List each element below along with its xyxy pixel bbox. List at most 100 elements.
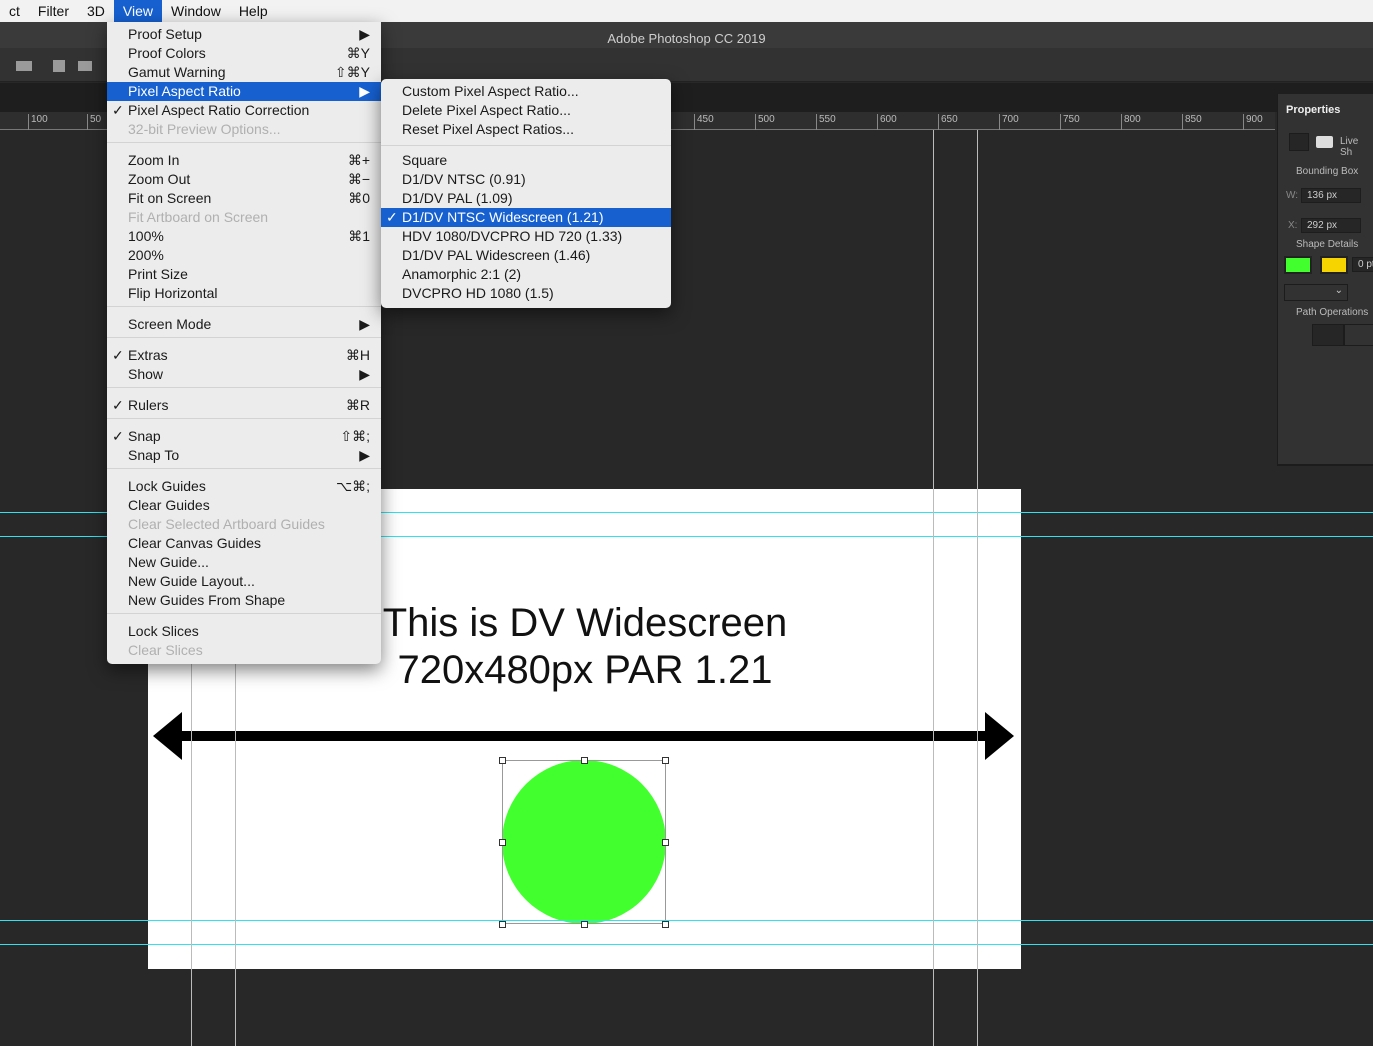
stroke-width-field[interactable]: 0 pt [1352, 257, 1373, 272]
menu-item-label: Screen Mode [128, 316, 212, 332]
guide-horizontal[interactable] [0, 944, 1373, 945]
transform-handle[interactable] [662, 921, 669, 928]
menu-item-lock-guides[interactable]: Lock Guides ⌥⌘; [107, 477, 381, 496]
menu-item-pixel-aspect-ratio-correction[interactable]: ✓ Pixel Aspect Ratio Correction [107, 101, 381, 120]
transform-handle[interactable] [499, 839, 506, 846]
submenu-item-delete-pixel-aspect-ratio[interactable]: Delete Pixel Aspect Ratio... [381, 101, 671, 120]
transform-icon[interactable] [1289, 133, 1309, 151]
menu-item-label: D1/DV NTSC (0.91) [402, 171, 526, 187]
ruler-label: 100 [28, 114, 48, 130]
shape-details-header[interactable]: Shape Details [1296, 239, 1358, 250]
menubar-item-view[interactable]: View [113, 0, 163, 22]
menu-item-label: 100% [128, 228, 164, 244]
menu-item-label: Proof Setup [128, 26, 202, 42]
menu-item-label: Zoom Out [128, 171, 191, 187]
menu-item-zoom-out[interactable]: Zoom Out ⌘− [107, 170, 381, 189]
menu-item-shortcut: ⌘H [345, 347, 370, 363]
menu-item-print-size[interactable]: Print Size [107, 265, 381, 284]
menu-item-new-guide[interactable]: New Guide... [107, 553, 381, 572]
menu-item-shortcut: ⌘+ [347, 152, 370, 168]
transform-handle[interactable] [581, 921, 588, 928]
transform-handle[interactable] [581, 757, 588, 764]
width-field[interactable]: 136 px [1301, 188, 1361, 203]
canvas-text-line2: 720x480px PAR 1.21 [397, 648, 773, 692]
shape-align-dropdown[interactable]: ⌄ [1284, 284, 1348, 301]
menu-item-snap-to[interactable]: Snap To ▶ [107, 446, 381, 465]
menu-item-label: New Guides From Shape [128, 592, 286, 608]
menu-item-flip-horizontal[interactable]: Flip Horizontal [107, 284, 381, 303]
transform-handle[interactable] [662, 757, 669, 764]
submenu-item-custom-pixel-aspect-ratio[interactable]: Custom Pixel Aspect Ratio... [381, 82, 671, 101]
menu-item-new-guide-layout[interactable]: New Guide Layout... [107, 572, 381, 591]
menu-item-lock-slices[interactable]: Lock Slices [107, 622, 381, 641]
combine-shapes-icon[interactable] [1312, 324, 1344, 346]
bounding-box-header[interactable]: Bounding Box [1296, 166, 1358, 177]
menu-item-zoom-in[interactable]: Zoom In ⌘+ [107, 151, 381, 170]
menu-item-screen-mode[interactable]: Screen Mode ▶ [107, 315, 381, 334]
menubar-item-window[interactable]: Window [162, 0, 230, 22]
transform-handle[interactable] [499, 921, 506, 928]
ruler-label: 700 [999, 114, 1019, 130]
submenu-item-dvcpro-hd-1080-1-5[interactable]: DVCPRO HD 1080 (1.5) [381, 284, 671, 303]
menu-item-extras[interactable]: ✓ Extras ⌘H [107, 346, 381, 365]
submenu-item-d1-dv-ntsc-widescreen-1-21[interactable]: ✓ D1/DV NTSC Widescreen (1.21) [381, 208, 671, 227]
submenu-item-d1-dv-ntsc-0-91[interactable]: D1/DV NTSC (0.91) [381, 170, 671, 189]
mask-icon[interactable] [1316, 136, 1333, 148]
menu-item-show[interactable]: Show ▶ [107, 365, 381, 384]
guide-vertical[interactable] [977, 130, 978, 1046]
submenu-arrow-icon: ▶ [359, 316, 370, 332]
menubar-item-filter[interactable]: Filter [29, 0, 78, 22]
menubar-item-ct[interactable]: ct [0, 0, 29, 22]
fill-swatch[interactable] [1284, 256, 1312, 274]
menu-item-gamut-warning[interactable]: Gamut Warning ⇧⌘Y [107, 63, 381, 82]
menu-item-rulers[interactable]: ✓ Rulers ⌘R [107, 396, 381, 415]
checkmark-icon: ✓ [386, 209, 398, 225]
arrowheads [153, 712, 1014, 760]
menu-item-shortcut: ⇧⌘; [340, 428, 370, 444]
subtract-shape-icon[interactable] [1344, 324, 1373, 346]
menu-item-clear-canvas-guides[interactable]: Clear Canvas Guides [107, 534, 381, 553]
properties-panel: Properties Live Sh Bounding Box W: 136 p… [1277, 94, 1373, 466]
ruler-label: 50 [87, 114, 101, 130]
menubar-item-help[interactable]: Help [230, 0, 277, 22]
submenu-item-d1-dv-pal-widescreen-1-46[interactable]: D1/DV PAL Widescreen (1.46) [381, 246, 671, 265]
menubar-item-3d[interactable]: 3D [78, 0, 114, 22]
menu-item-100[interactable]: 100% ⌘1 [107, 227, 381, 246]
menu-item-label: Clear Slices [128, 642, 203, 658]
submenu-arrow-icon: ▶ [359, 447, 370, 463]
menu-item-label: New Guide Layout... [128, 573, 255, 589]
submenu-item-d1-dv-pal-1-09[interactable]: D1/DV PAL (1.09) [381, 189, 671, 208]
guide-vertical[interactable] [933, 130, 934, 1046]
menu-item-label: Gamut Warning [128, 64, 226, 80]
menu-item-200[interactable]: 200% [107, 246, 381, 265]
transform-handle[interactable] [499, 757, 506, 764]
transform-handle[interactable] [662, 839, 669, 846]
submenu-item-anamorphic-2-1-2[interactable]: Anamorphic 2:1 (2) [381, 265, 671, 284]
submenu-item-hdv-1080-dvcpro-hd-720-1-33[interactable]: HDV 1080/DVCPRO HD 720 (1.33) [381, 227, 671, 246]
menu-item-proof-setup[interactable]: Proof Setup ▶ [107, 25, 381, 44]
submenu-item-square[interactable]: Square [381, 151, 671, 170]
align-top-icon[interactable] [53, 60, 65, 72]
menu-item-new-guides-from-shape[interactable]: New Guides From Shape [107, 591, 381, 610]
menu-item-fit-on-screen[interactable]: Fit on Screen ⌘0 [107, 189, 381, 208]
properties-tab[interactable]: Properties [1278, 94, 1350, 124]
menu-item-clear-guides[interactable]: Clear Guides [107, 496, 381, 515]
menu-item-shortcut: ⌘Y [346, 45, 370, 61]
menu-item-label: Lock Guides [128, 478, 206, 494]
menu-item-label: Delete Pixel Aspect Ratio... [402, 102, 571, 118]
guide-horizontal[interactable] [0, 920, 1373, 921]
menu-item-label: Pixel Aspect Ratio Correction [128, 102, 310, 118]
menu-item-snap[interactable]: ✓ Snap ⇧⌘; [107, 427, 381, 446]
menu-item-pixel-aspect-ratio[interactable]: Pixel Aspect Ratio ▶ [107, 82, 381, 101]
menu-item-shortcut: ⇧⌘Y [334, 64, 370, 80]
align-center-icon[interactable] [16, 61, 32, 71]
x-field[interactable]: 292 px [1301, 218, 1361, 233]
menu-separator [107, 337, 381, 338]
stroke-swatch[interactable] [1320, 256, 1348, 274]
submenu-item-reset-pixel-aspect-ratios[interactable]: Reset Pixel Aspect Ratios... [381, 120, 671, 139]
menu-item-proof-colors[interactable]: Proof Colors ⌘Y [107, 44, 381, 63]
menu-item-label: Flip Horizontal [128, 285, 218, 301]
menu-separator [107, 306, 381, 307]
align-vcenter-icon[interactable] [78, 61, 92, 71]
path-operations-header[interactable]: Path Operations [1296, 307, 1368, 318]
